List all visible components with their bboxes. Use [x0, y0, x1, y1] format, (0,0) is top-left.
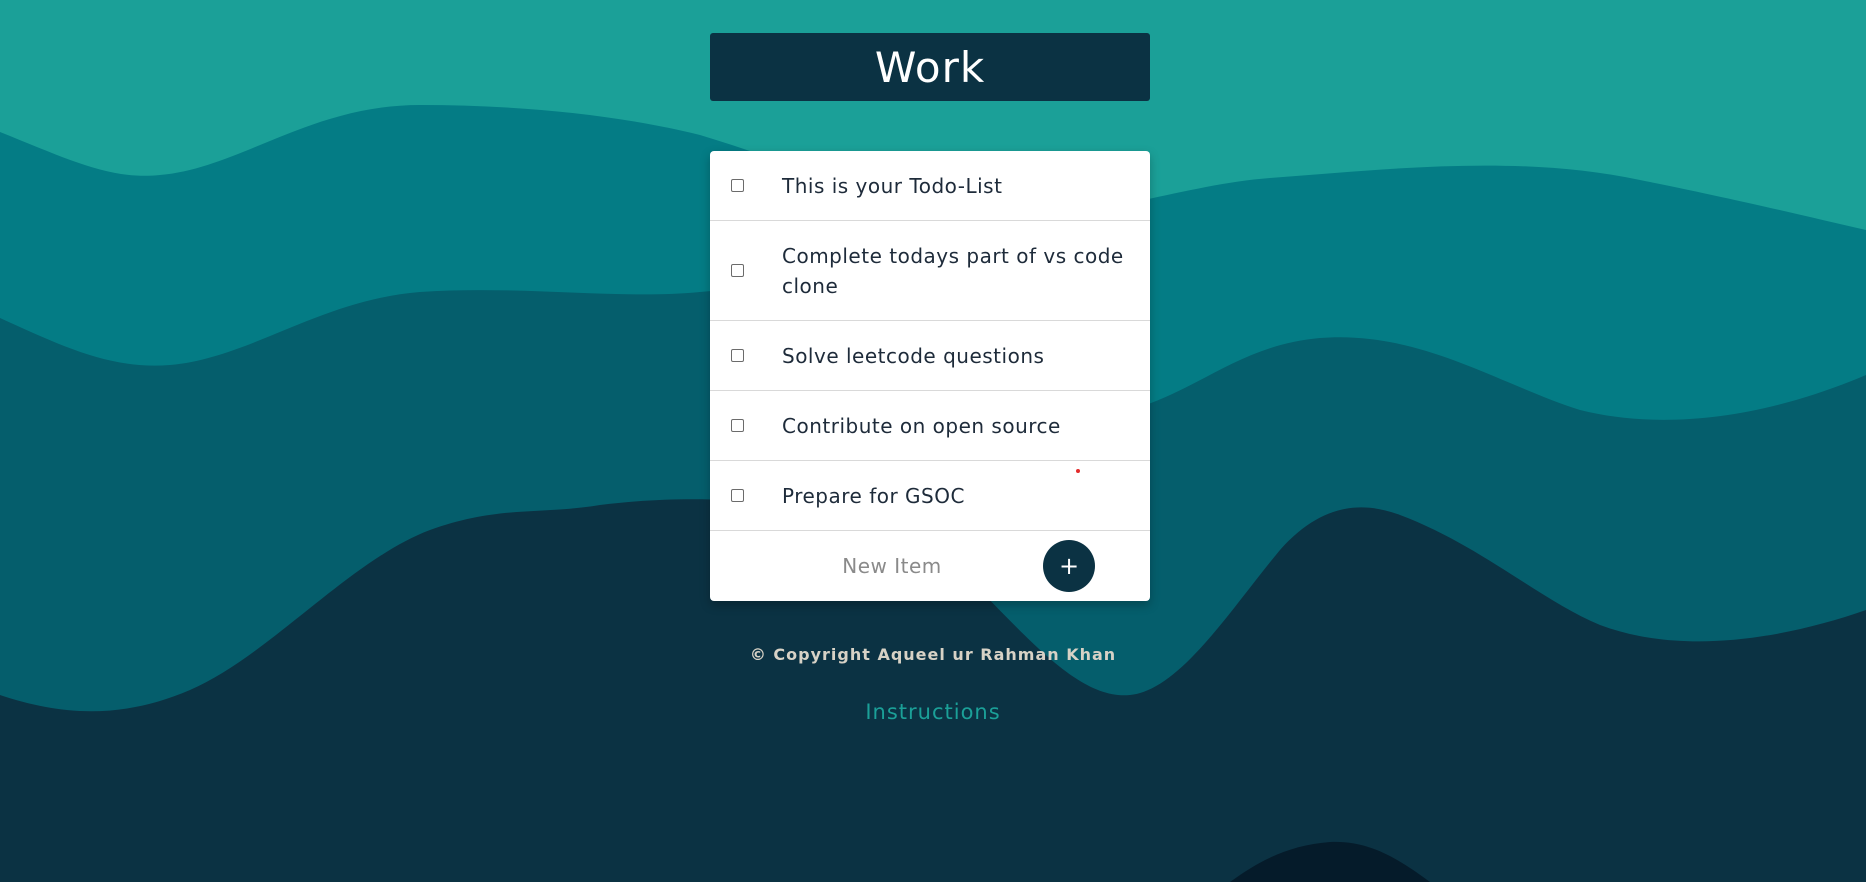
todo-item-text: Prepare for GSOC: [782, 483, 965, 508]
todo-checkbox[interactable]: [731, 419, 744, 432]
cursor-dot: [1076, 469, 1080, 473]
instructions-link[interactable]: Instructions: [865, 700, 1000, 724]
todo-checkbox[interactable]: [731, 489, 744, 502]
todo-checkbox[interactable]: [731, 179, 744, 192]
new-item-form: +: [710, 531, 1150, 601]
todo-checkbox[interactable]: [731, 349, 744, 362]
list-title-box: Work: [710, 33, 1150, 101]
todo-item-text: Complete todays part of vs code clone: [782, 243, 1124, 298]
todo-item: Solve leetcode questions: [710, 321, 1150, 391]
todo-checkbox[interactable]: [731, 264, 744, 277]
add-item-button[interactable]: +: [1043, 540, 1095, 592]
todo-item-text: This is your Todo-List: [782, 173, 1003, 198]
todo-item-text: Contribute on open source: [782, 413, 1061, 438]
page: Work This is your Todo-List Complete tod…: [0, 0, 1866, 882]
todo-item: Contribute on open source: [710, 391, 1150, 461]
new-item-input[interactable]: [770, 545, 1014, 587]
todo-item: Prepare for GSOC: [710, 461, 1150, 531]
todo-card: This is your Todo-List Complete todays p…: [710, 151, 1150, 601]
todo-item-text: Solve leetcode questions: [782, 343, 1045, 368]
instructions-container: Instructions: [0, 700, 1866, 724]
todo-item: This is your Todo-List: [710, 151, 1150, 221]
todo-item: Complete todays part of vs code clone: [710, 221, 1150, 321]
list-title: Work: [874, 42, 986, 92]
copyright-text: © Copyright Aqueel ur Rahman Khan: [749, 645, 1117, 664]
